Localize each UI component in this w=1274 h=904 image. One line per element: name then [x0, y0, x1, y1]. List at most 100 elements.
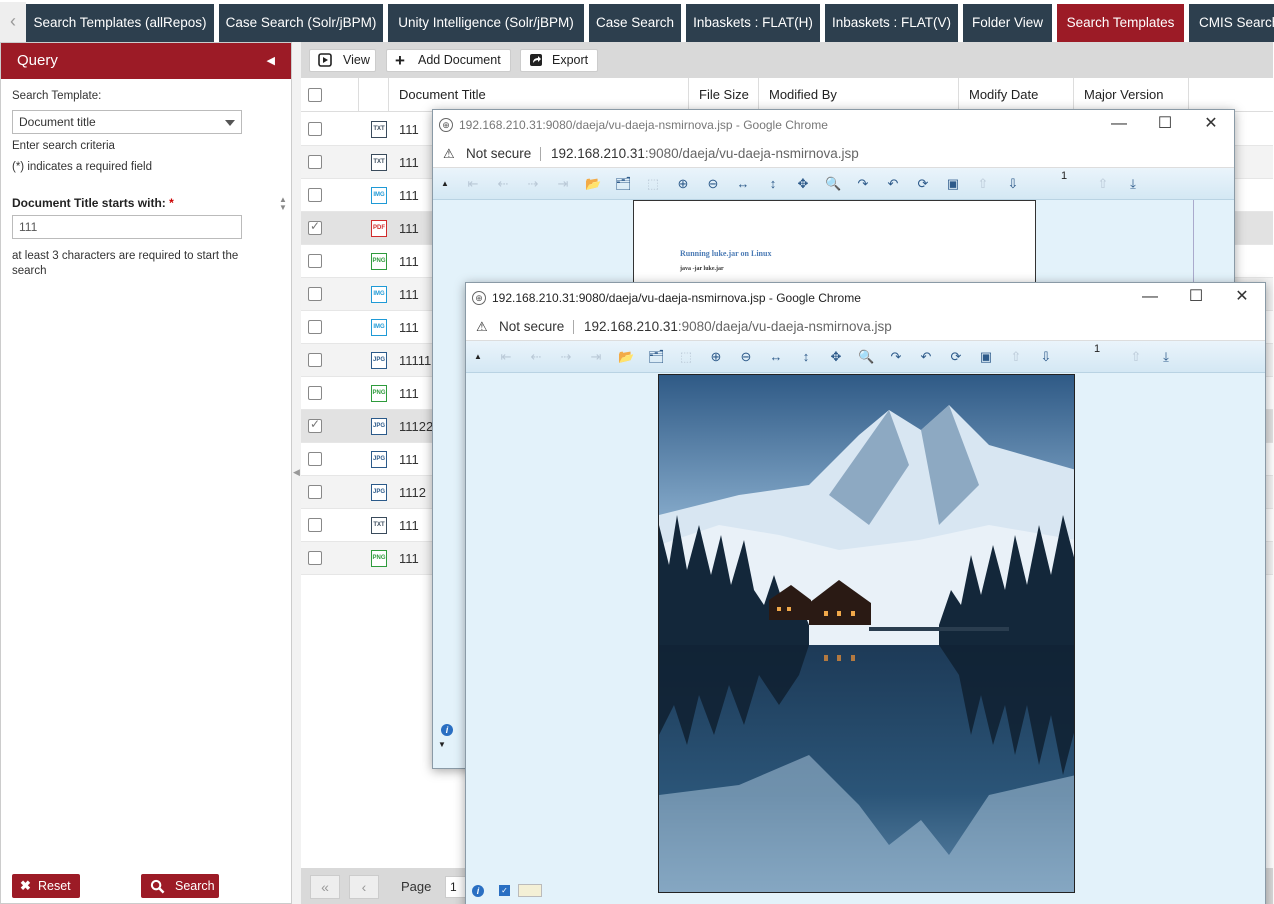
operator-spinner-icon[interactable]: ▲ ▼: [277, 196, 289, 214]
search-button[interactable]: Search: [141, 874, 219, 898]
maximize-button[interactable]: ☐: [1173, 283, 1219, 313]
row-checkbox[interactable]: [308, 485, 322, 499]
zoom-area-icon[interactable]: ⬚: [645, 176, 661, 192]
toolbar-collapse-icon[interactable]: ▲: [470, 349, 486, 365]
pan-icon[interactable]: ✥: [828, 349, 844, 365]
prev-page-icon[interactable]: ⇠: [528, 349, 544, 365]
row-checkbox[interactable]: [308, 417, 322, 433]
row-checkbox[interactable]: [308, 122, 322, 136]
fit-width-icon[interactable]: ↔: [768, 349, 784, 365]
zoom-area-icon[interactable]: ⬚: [678, 349, 694, 365]
annotation-toggle-icon[interactable]: ✓: [499, 885, 510, 896]
row-checkbox[interactable]: [308, 551, 322, 565]
next-page-icon[interactable]: ⇢: [558, 349, 574, 365]
panel-splitter[interactable]: ◀: [292, 42, 301, 904]
row-checkbox[interactable]: [308, 353, 322, 367]
next-doc-icon[interactable]: ⤓: [1125, 176, 1141, 192]
add-document-button[interactable]: + Add Document: [386, 49, 511, 72]
open-folder-icon[interactable]: 📂: [618, 349, 634, 365]
last-page-icon[interactable]: ⇥: [588, 349, 604, 365]
zoom-in-icon[interactable]: ⊕: [675, 176, 691, 192]
row-checkbox[interactable]: [308, 386, 322, 400]
rotate-right-icon[interactable]: ↷: [855, 176, 871, 192]
row-checkbox[interactable]: [308, 155, 322, 169]
pan-icon[interactable]: ✥: [795, 176, 811, 192]
document-title-input[interactable]: [12, 215, 242, 239]
column-file-size[interactable]: File Size: [689, 78, 759, 112]
page-down-icon[interactable]: ⇩: [1038, 349, 1054, 365]
row-checkbox[interactable]: [308, 518, 322, 532]
prev-doc-icon[interactable]: ⇧: [1095, 176, 1111, 192]
collapse-arrow-icon[interactable]: ◀: [293, 467, 300, 478]
tab-folder-view[interactable]: Folder View: [963, 4, 1052, 42]
last-page-icon[interactable]: ⇥: [555, 176, 571, 192]
toolbar-collapse-icon[interactable]: ▲: [437, 176, 453, 192]
address-bar[interactable]: ⚠ Not secure 192.168.210.31:9080/daeja/v…: [466, 313, 1265, 341]
select-all-checkbox[interactable]: [308, 88, 322, 102]
minimize-button[interactable]: —: [1127, 283, 1173, 313]
column-modified-by[interactable]: Modified By: [759, 78, 959, 112]
column-document-title[interactable]: Document Title: [389, 78, 689, 112]
close-folder-icon[interactable]: 🗂: [648, 349, 665, 365]
tab-inbaskets-flat-h[interactable]: Inbaskets : FLAT(H): [686, 4, 820, 42]
rotate-left-icon[interactable]: ↶: [885, 176, 901, 192]
magnifier-icon[interactable]: 🔍: [825, 176, 841, 192]
address-bar[interactable]: ⚠ Not secure 192.168.210.31:9080/daeja/v…: [433, 140, 1234, 168]
info-icon[interactable]: i: [472, 885, 484, 897]
maximize-button[interactable]: ☐: [1142, 110, 1188, 140]
row-checkbox[interactable]: [308, 254, 322, 268]
prev-doc-icon[interactable]: ⇧: [1128, 349, 1144, 365]
prev-page-icon[interactable]: ⇠: [495, 176, 511, 192]
export-button[interactable]: Export: [520, 49, 598, 72]
tab-search-templates-allrepos[interactable]: Search Templates (allRepos): [26, 4, 214, 42]
invert-icon[interactable]: ▣: [978, 349, 994, 365]
collapse-left-icon[interactable]: ◀: [267, 43, 275, 79]
view-button[interactable]: View: [309, 49, 376, 72]
tab-cmis-search[interactable]: CMIS Search: [1189, 4, 1274, 42]
row-checkbox[interactable]: [308, 188, 322, 202]
column-modify-date[interactable]: Modify Date: [959, 78, 1074, 112]
first-page-icon[interactable]: ⇤: [465, 176, 481, 192]
tab-case-search[interactable]: Case Search: [589, 4, 681, 42]
tab-scroll-left-button[interactable]: ‹: [0, 2, 26, 42]
tab-search-templates[interactable]: Search Templates: [1057, 4, 1184, 42]
fit-width-icon[interactable]: ↔: [735, 176, 751, 192]
previous-page-button[interactable]: ‹: [349, 875, 379, 899]
fit-height-icon[interactable]: ↕: [798, 349, 814, 365]
close-folder-icon[interactable]: 🗂: [615, 176, 632, 192]
row-checkbox[interactable]: [308, 219, 322, 235]
row-checkbox[interactable]: [308, 287, 322, 301]
scroll-down-icon[interactable]: ▼: [438, 740, 446, 749]
next-page-icon[interactable]: ⇢: [525, 176, 541, 192]
rotate-left-icon[interactable]: ↶: [918, 349, 934, 365]
column-major-version[interactable]: Major Version: [1074, 78, 1189, 112]
sticky-note-icon[interactable]: [518, 884, 542, 897]
fit-height-icon[interactable]: ↕: [765, 176, 781, 192]
tab-unity-intelligence[interactable]: Unity Intelligence (Solr/jBPM): [388, 4, 584, 42]
row-checkbox[interactable]: [308, 452, 322, 466]
close-window-button[interactable]: ✕: [1219, 283, 1265, 313]
rotate-right-icon[interactable]: ↷: [888, 349, 904, 365]
reset-button[interactable]: ✖ Reset: [12, 874, 80, 898]
page-down-icon[interactable]: ⇩: [1005, 176, 1021, 192]
zoom-in-icon[interactable]: ⊕: [708, 349, 724, 365]
rotate-icon[interactable]: ⟳: [915, 176, 931, 192]
zoom-out-icon[interactable]: ⊖: [705, 176, 721, 192]
first-page-button[interactable]: «: [310, 875, 340, 899]
close-window-button[interactable]: ✕: [1188, 110, 1234, 140]
invert-icon[interactable]: ▣: [945, 176, 961, 192]
tab-inbaskets-flat-v[interactable]: Inbaskets : FLAT(V): [825, 4, 958, 42]
rotate-icon[interactable]: ⟳: [948, 349, 964, 365]
magnifier-icon[interactable]: 🔍: [858, 349, 874, 365]
page-up-icon[interactable]: ⇧: [1008, 349, 1024, 365]
open-folder-icon[interactable]: 📂: [585, 176, 601, 192]
tab-case-search-solr-jbpm[interactable]: Case Search (Solr/jBPM): [219, 4, 383, 42]
row-checkbox[interactable]: [308, 320, 322, 334]
search-template-select[interactable]: Document title: [12, 110, 242, 134]
next-doc-icon[interactable]: ⤓: [1158, 349, 1174, 365]
info-icon[interactable]: i: [441, 724, 453, 736]
minimize-button[interactable]: —: [1096, 110, 1142, 140]
page-up-icon[interactable]: ⇧: [975, 176, 991, 192]
first-page-icon[interactable]: ⇤: [498, 349, 514, 365]
zoom-out-icon[interactable]: ⊖: [738, 349, 754, 365]
